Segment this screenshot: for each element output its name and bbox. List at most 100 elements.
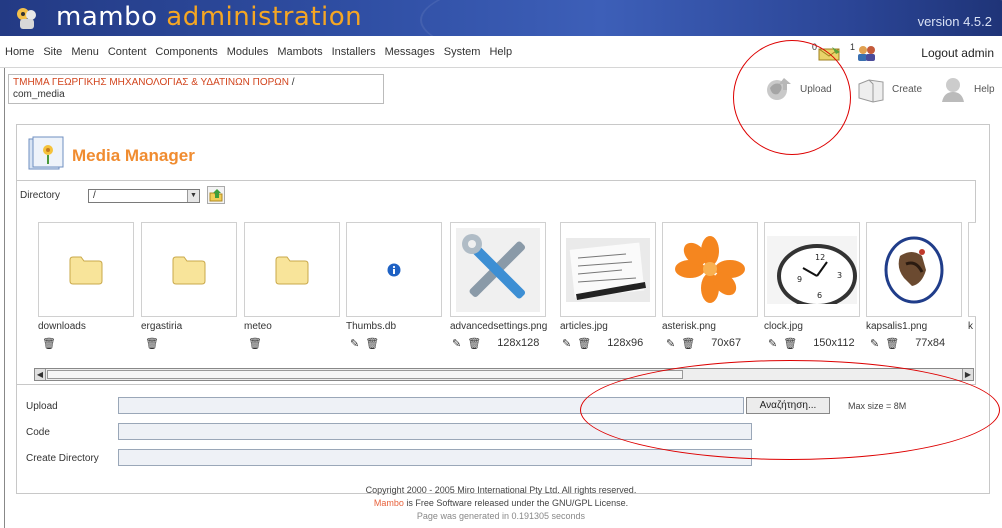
menu-item-menu[interactable]: Menu (71, 46, 99, 58)
help-button-label: Help (974, 83, 995, 95)
help-button[interactable]: Help (938, 74, 995, 104)
trash-icon[interactable]: 🗑 (42, 337, 56, 350)
file-actions: ✎ 🗑 70x67 (666, 336, 741, 350)
trash-icon[interactable]: 🗑 (681, 337, 695, 350)
pencil-icon[interactable]: ✎ (562, 337, 571, 350)
directory-select[interactable]: / ▼ (88, 189, 200, 203)
image-thumbnail[interactable] (450, 222, 546, 317)
folder-thumbnail[interactable] (38, 222, 134, 317)
menu-item-site[interactable]: Site (43, 46, 62, 58)
file-name: asterisk.png (662, 321, 716, 332)
chevron-down-icon[interactable]: ▼ (187, 190, 199, 202)
left-border (0, 68, 5, 528)
advancedsettings-image (456, 227, 540, 312)
asterisk-image (675, 236, 745, 303)
create-directory-field[interactable] (118, 449, 752, 466)
menu-item-home[interactable]: Home (5, 46, 34, 58)
media-manager-icon (28, 136, 64, 170)
image-thumbnail[interactable]: 12 3 9 6 (764, 222, 860, 317)
pencil-icon[interactable]: ✎ (768, 337, 777, 350)
articles-image (566, 237, 650, 302)
trash-icon[interactable]: 🗑 (885, 337, 899, 350)
footer-generated: Page was generated in 0.191305 seconds (416, 511, 586, 521)
online-users-count: 1 (850, 42, 856, 52)
main-menu: Home Site Menu Content Components Module… (5, 46, 521, 58)
folder-up-button[interactable] (207, 186, 225, 204)
image-dimensions: 128x96 (607, 337, 644, 349)
pencil-icon[interactable]: ✎ (666, 337, 675, 350)
main-menu-bar: Home Site Menu Content Components Module… (0, 36, 1002, 68)
folder-icon (172, 256, 206, 284)
clock-image: 12 3 9 6 (767, 235, 857, 304)
admin-header: mambo administration version 4.5.2 (0, 0, 1002, 36)
pathway-box: ΤΜΗΜΑ ΓΕΩΡΓΙΚΗΣ ΜΗΧΑΝΟΛΟΓΙΑΣ & ΥΔΑΤΙΝΩΝ … (8, 74, 384, 104)
menu-item-components[interactable]: Components (155, 46, 217, 58)
folder-up-icon (209, 189, 223, 202)
menu-item-help[interactable]: Help (489, 46, 512, 58)
menu-item-messages[interactable]: Messages (385, 46, 435, 58)
scroll-left-icon[interactable]: ◀ (35, 369, 46, 380)
mambo-link[interactable]: Mambo (374, 498, 404, 508)
svg-text:9: 9 (797, 275, 802, 284)
create-button-label: Create (892, 83, 923, 95)
trash-icon[interactable]: 🗑 (783, 337, 797, 350)
directory-select-value: / (93, 190, 96, 201)
file-actions: ✎ 🗑 128x128 (452, 336, 539, 350)
file-actions: 🗑 (42, 336, 56, 350)
pathway-separator: / (288, 77, 295, 88)
footer-license: Mambo is Free Software released under th… (0, 498, 1002, 508)
menu-item-content[interactable]: Content (108, 46, 147, 58)
folder-thumbnail[interactable] (141, 222, 237, 317)
trash-icon[interactable]: 🗑 (467, 337, 481, 350)
trash-icon[interactable]: 🗑 (145, 337, 159, 350)
file-actions: 🗑 (248, 336, 262, 350)
scroll-right-icon[interactable]: ▶ (962, 369, 973, 380)
logo-text-main: mambo (56, 2, 158, 32)
annotation-circle-browse (580, 360, 1000, 460)
image-dimensions: 77x84 (915, 337, 946, 349)
pencil-icon[interactable]: ✎ (870, 337, 879, 350)
logout-link[interactable]: Logout admin (921, 46, 994, 60)
header-decoration (420, 0, 1002, 36)
menu-item-system[interactable]: System (444, 46, 481, 58)
trash-icon[interactable]: 🗑 (365, 337, 379, 350)
folder-icon (69, 256, 103, 284)
file-name: clock.jpg (764, 321, 803, 332)
folder-icon (275, 256, 309, 284)
file-thumbnail[interactable] (346, 222, 442, 317)
directory-label: Directory (20, 190, 61, 201)
code-label: Code (26, 427, 50, 438)
menu-item-modules[interactable]: Modules (227, 46, 269, 58)
trash-icon[interactable]: 🗑 (248, 337, 262, 350)
image-thumbnail-partial[interactable] (968, 222, 976, 317)
file-name: meteo (244, 321, 272, 332)
version-label: version 4.5.2 (917, 14, 992, 29)
menu-item-mambots[interactable]: Mambots (277, 46, 322, 58)
file-name: kapsalis1.png (866, 321, 928, 332)
image-thumbnail[interactable] (662, 222, 758, 317)
image-thumbnail[interactable] (866, 222, 962, 317)
pathway-site-link[interactable]: ΤΜΗΜΑ ΓΕΩΡΓΙΚΗΣ ΜΗΧΑΝΟΛΟΓΙΑΣ & ΥΔΑΤΙΝΩΝ … (13, 77, 289, 88)
create-button[interactable]: Create (856, 74, 922, 104)
footer-license-text: is Free Software released under the GNU/… (403, 498, 629, 508)
image-dimensions: 128x128 (497, 337, 540, 349)
menu-item-installers[interactable]: Installers (332, 46, 376, 58)
scrollbar-thumb[interactable] (47, 370, 683, 379)
help-icon (942, 78, 964, 102)
users-icon[interactable] (856, 45, 878, 61)
pathway-component: com_media (13, 89, 65, 100)
footer-copyright: Copyright 2000 - 2005 Miro International… (365, 485, 637, 495)
kapsalis-image (884, 236, 944, 303)
pencil-icon[interactable]: ✎ (452, 337, 461, 350)
trash-icon[interactable]: 🗑 (577, 337, 591, 350)
svg-text:12: 12 (815, 253, 825, 262)
pencil-icon[interactable]: ✎ (350, 337, 359, 350)
svg-text:6: 6 (817, 291, 822, 300)
image-dimensions: 150x112 (813, 337, 855, 349)
image-thumbnail[interactable] (560, 222, 656, 317)
file-name-partial: k (968, 321, 973, 332)
mambo-logo-icon (17, 8, 36, 29)
file-actions: ✎ 🗑 128x96 (562, 336, 643, 350)
folder-thumbnail[interactable] (244, 222, 340, 317)
file-actions: ✎ 🗑 150x112 (768, 336, 855, 350)
